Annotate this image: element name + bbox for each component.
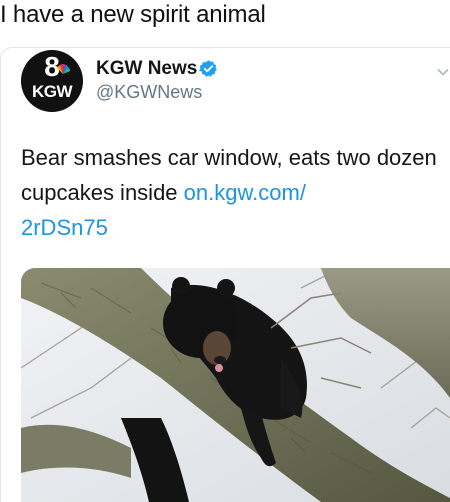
- peacock-icon: [57, 64, 70, 74]
- avatar[interactable]: 8 KGW: [21, 50, 83, 112]
- user-handle[interactable]: @KGWNews: [96, 82, 202, 103]
- tweet-photo[interactable]: [21, 268, 450, 502]
- tweet-link-part1[interactable]: on.kgw.com/: [184, 180, 306, 205]
- bear-in-tree-photo: [21, 268, 450, 502]
- avatar-number: 8: [44, 51, 60, 82]
- display-name[interactable]: KGW News: [96, 58, 197, 80]
- verified-badge-icon: [199, 60, 217, 77]
- meme-caption: I have a new spirit animal: [0, 1, 266, 28]
- avatar-station: KGW: [31, 82, 73, 101]
- tweet-text: Bear smashes car window, eats two dozen …: [21, 140, 441, 245]
- chevron-down-icon[interactable]: [437, 66, 449, 78]
- tweet-link-part2[interactable]: 2rDSn75: [21, 215, 108, 240]
